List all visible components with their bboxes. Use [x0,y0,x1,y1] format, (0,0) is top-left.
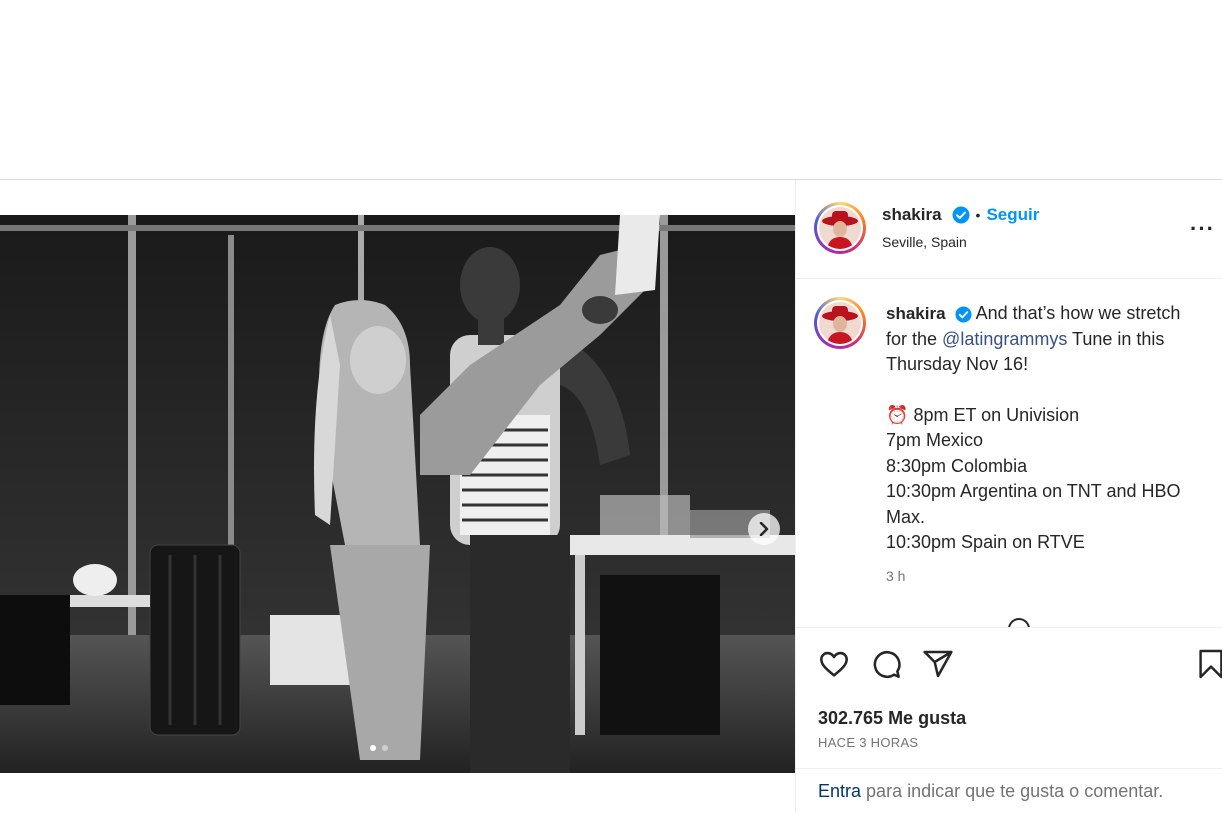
author-avatar[interactable] [814,202,866,254]
post-location[interactable]: Seville, Spain [882,234,967,250]
more-options-button[interactable]: ··· [1190,216,1215,242]
comment-icon[interactable] [870,648,902,680]
post-timestamp: HACE 3 HORAS [818,735,919,750]
carousel-dot [370,745,376,751]
schedule-line: 8:30pm Colombia [886,455,1028,476]
follow-button[interactable]: Seguir [986,205,1039,225]
separator-dot: • [975,207,981,223]
schedule-line: 7pm Mexico [886,430,984,450]
carousel-dot [382,745,388,751]
login-prompt-text: Entra para indicar que te gusta o coment… [818,781,1163,802]
post-sidebar: shakira • Seguir Seville, Spain ··· shak… [795,180,1222,812]
post-header: shakira • Seguir Seville, Spain ··· [796,180,1222,279]
verified-badge-icon [952,206,970,224]
save-bookmark-icon[interactable] [1198,648,1222,680]
schedule-line: 10:30pm Spain on RTVE [886,532,1085,552]
schedule-line: ⏰ 8pm ET on Univision [886,403,1206,429]
login-link[interactable]: Entra [818,781,861,801]
post-photo [0,215,795,773]
carousel-indicator [370,745,388,751]
caption-time: 3 h [886,567,906,584]
verified-badge-icon [955,306,972,323]
mention-link[interactable]: @latingrammys [942,329,1067,349]
avatar-image [819,207,861,249]
carousel-next-button[interactable] [748,513,780,545]
caption-avatar[interactable] [814,297,866,349]
login-prompt-rest: para indicar que te gusta o comentar. [866,781,1164,801]
loading-spinner-icon [1008,618,1030,627]
chevron-right-icon [759,522,769,536]
login-prompt: Entra para indicar que te gusta o coment… [796,768,1222,814]
post-container: shakira • Seguir Seville, Spain ··· shak… [0,180,1222,812]
action-icons [818,648,954,680]
schedule-text: 8pm ET on Univision [913,404,1080,425]
comments-area: shakira And that’s how we stretch for th… [796,279,1222,627]
likes-count[interactable]: 302.765 Me gusta [818,708,966,729]
caption-username[interactable]: shakira [886,304,946,323]
post-media [0,180,795,812]
author-line: shakira • Seguir [882,205,1039,225]
post-caption: shakira And that’s how we stretch for th… [886,301,1206,589]
avatar-image [819,302,861,344]
page-top-area [0,0,1222,179]
schedule-line: 10:30pm Argentina on TNT and HBO Max. [886,481,1181,527]
post-actions: 302.765 Me gusta HACE 3 HORAS Entra para… [796,627,1222,813]
alarm-clock-icon: ⏰ [886,404,909,425]
author-username[interactable]: shakira [882,205,942,225]
photo-image [0,215,795,773]
like-heart-icon[interactable] [818,648,850,680]
share-send-icon[interactable] [922,648,954,680]
